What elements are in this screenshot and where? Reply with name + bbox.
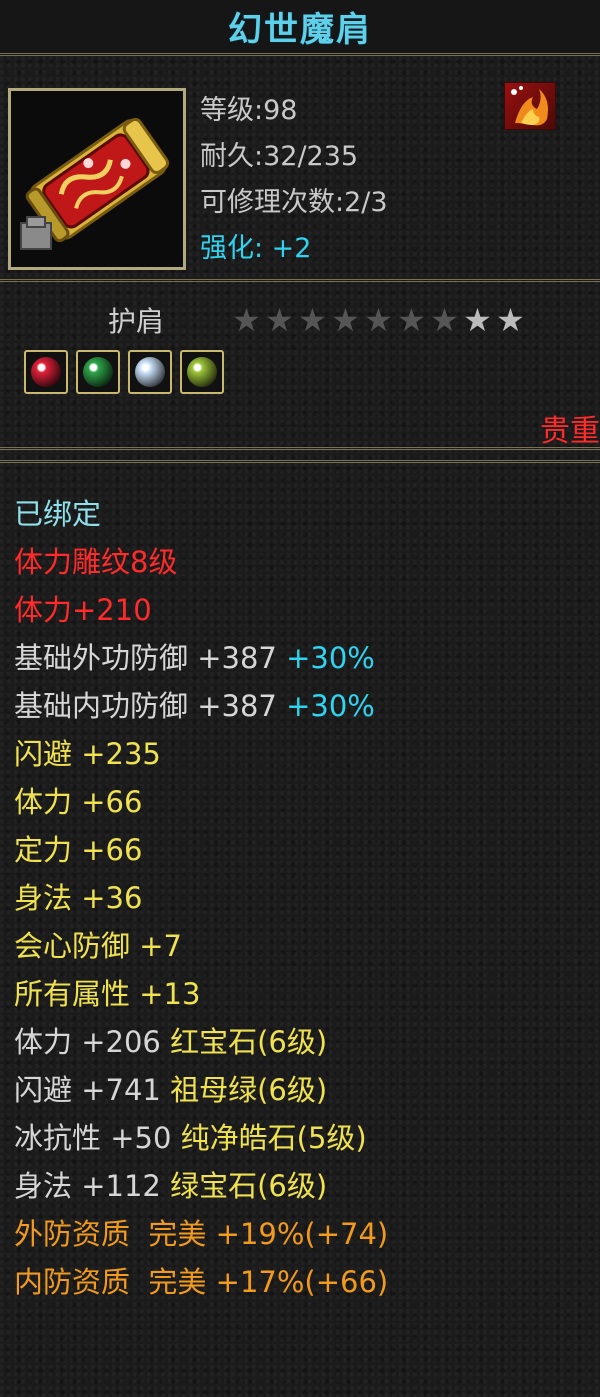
- rarity-label: 贵重: [540, 414, 600, 449]
- red-gem-icon: [24, 350, 68, 394]
- star-rating: ★ ★ ★ ★ ★ ★ ★ ★ ★: [230, 304, 527, 337]
- property-line: 体力 +206 红宝石(6级): [14, 1019, 327, 1061]
- property-line: 体力雕纹8级: [14, 539, 177, 581]
- property-line: 冰抗性 +50 纯净皓石(5级): [14, 1115, 367, 1157]
- property-segment: 体力雕纹8级: [14, 545, 178, 579]
- property-segment: 红宝石(6级): [170, 1025, 328, 1059]
- property-line: 会心防御 +7: [14, 923, 182, 965]
- property-line: 基础外功防御 +387 +30%: [14, 635, 375, 677]
- item-icon-frame: [8, 88, 186, 270]
- property-segment: +30%: [286, 641, 375, 675]
- star-icon: ★: [331, 301, 360, 339]
- property-segment: 身法 +112: [14, 1169, 171, 1203]
- star-icon: ★: [430, 301, 459, 339]
- title-bar: 幻世魔肩: [0, 0, 600, 56]
- property-segment: 已绑定: [14, 497, 102, 531]
- property-segment: 闪避 +741: [14, 1073, 171, 1107]
- shoulder-armor-icon: [11, 91, 183, 267]
- property-segment: 身法 +36: [14, 881, 143, 915]
- property-segment: 闪避 +235: [14, 737, 161, 771]
- star-icon: ★: [496, 301, 525, 339]
- property-segment: +30%: [286, 689, 375, 723]
- item-title: 幻世魔肩: [228, 10, 372, 50]
- property-segment: 体力+210: [14, 593, 152, 627]
- item-level: 等级:98: [200, 95, 298, 126]
- flame-badge-icon: [504, 82, 556, 130]
- property-segment: 所有属性 +13: [14, 977, 201, 1011]
- property-line: 体力 +66: [14, 779, 142, 821]
- property-segment: 体力 +66: [14, 785, 143, 819]
- property-line: 基础内功防御 +387 +30%: [14, 683, 375, 725]
- item-enhance-level: 强化: +2: [200, 233, 312, 264]
- property-line: 体力+210: [14, 587, 152, 629]
- property-segment: 外防资质 完美 +19%(+74): [14, 1217, 389, 1251]
- property-line: 外防资质 完美 +19%(+74): [14, 1211, 388, 1253]
- property-segment: 会心防御 +7: [14, 929, 182, 963]
- gem-slots: [24, 350, 224, 394]
- property-line: 所有属性 +13: [14, 971, 200, 1013]
- item-type-label: 护肩: [108, 305, 165, 338]
- property-segment: 定力 +66: [14, 833, 143, 867]
- property-segment: 冰抗性 +50: [14, 1121, 181, 1155]
- property-segment: 基础内功防御 +387: [14, 689, 287, 723]
- star-icon: ★: [298, 301, 327, 339]
- item-properties: 已绑定 体力雕纹8级 体力+210 基础外功防御 +387 +30% 基础内功防御 +3…: [0, 460, 600, 1397]
- star-icon: ★: [232, 301, 261, 339]
- item-durability: 耐久:32/235: [200, 141, 359, 172]
- star-icon: ★: [463, 301, 492, 339]
- property-segment: 基础外功防御 +387: [14, 641, 287, 675]
- star-icon: ★: [397, 301, 426, 339]
- green-gem-icon: [76, 350, 120, 394]
- property-segment: 体力 +206: [14, 1025, 171, 1059]
- property-line: 内防资质 完美 +17%(+66): [14, 1259, 388, 1301]
- property-line: 身法 +36: [14, 875, 142, 917]
- item-repair-count: 可修理次数:2/3: [200, 187, 388, 218]
- property-line: 已绑定: [14, 491, 101, 533]
- property-segment: 绿宝石(6级): [170, 1169, 328, 1203]
- star-icon: ★: [364, 301, 393, 339]
- property-line: 闪避 +235: [14, 731, 161, 773]
- property-segment: 纯净皓石(5级): [180, 1121, 367, 1155]
- property-segment: 内防资质 完美 +17%(+66): [14, 1265, 389, 1299]
- property-segment: 祖母绿(6级): [170, 1073, 328, 1107]
- property-line: 身法 +112 绿宝石(6级): [14, 1163, 327, 1205]
- yellow-green-gem-icon: [180, 350, 224, 394]
- property-line: 定力 +66: [14, 827, 142, 869]
- white-gem-icon: [128, 350, 172, 394]
- star-icon: ★: [265, 301, 294, 339]
- property-line: 闪避 +741 祖母绿(6级): [14, 1067, 327, 1109]
